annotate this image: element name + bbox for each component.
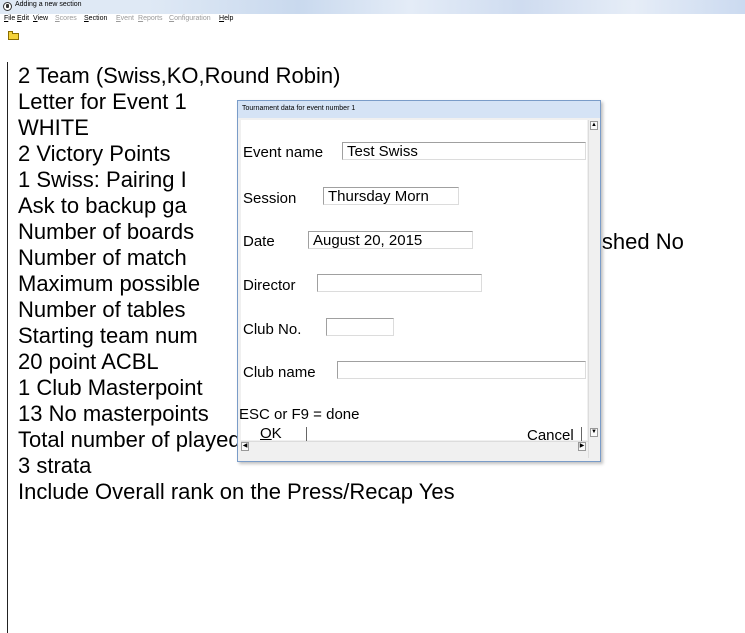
content-line-overflow: ished No bbox=[597, 229, 684, 254]
menu-configuration[interactable]: Configuration bbox=[169, 15, 211, 22]
menu-help[interactable]: Help bbox=[219, 15, 233, 22]
content-line: Ask to backup ga bbox=[18, 193, 187, 218]
content-border bbox=[7, 62, 8, 633]
content-line: 1 Swiss: Pairing I bbox=[18, 167, 187, 192]
club-name-field[interactable] bbox=[337, 361, 586, 379]
tournament-dialog: Tournament data for event number 1 Event… bbox=[237, 100, 601, 462]
menu-section[interactable]: Section bbox=[84, 15, 107, 22]
horizontal-scrollbar[interactable]: ◀ ▶ bbox=[241, 441, 588, 452]
content-line: 3 strata bbox=[18, 453, 92, 478]
button-separator bbox=[581, 427, 582, 441]
club-no-field[interactable] bbox=[326, 318, 394, 336]
window-title: Adding a new section bbox=[15, 1, 82, 8]
content-line: 2 Team (Swiss,KO,Round Robin) bbox=[18, 63, 341, 88]
content-line: Number of tables bbox=[18, 297, 186, 322]
app-icon bbox=[3, 2, 12, 11]
content-line: Number of boards bbox=[18, 219, 195, 244]
event-name-field[interactable]: Test Swiss bbox=[342, 142, 586, 160]
content-line: Maximum possible bbox=[18, 271, 201, 296]
scroll-up-arrow-icon[interactable]: ▲ bbox=[590, 121, 598, 130]
menu-edit[interactable]: Edit bbox=[17, 15, 29, 22]
content-line: Letter for Event 1 bbox=[18, 89, 187, 114]
done-hint: ESC or F9 = done bbox=[239, 406, 360, 423]
session-label: Session bbox=[243, 190, 297, 207]
content-line: 2 Victory Points bbox=[18, 141, 171, 166]
menu-event[interactable]: Event bbox=[116, 15, 134, 22]
menu-bar: File Edit View Scores Section Event Repo… bbox=[0, 14, 745, 27]
toolbar bbox=[0, 27, 745, 57]
scroll-left-arrow-icon[interactable]: ◀ bbox=[241, 442, 249, 451]
club-no-label: Club No. bbox=[243, 321, 302, 338]
menu-reports[interactable]: Reports bbox=[138, 15, 163, 22]
session-field[interactable]: Thursday Morn bbox=[323, 187, 459, 205]
menu-scores[interactable]: Scores bbox=[55, 15, 77, 22]
dialog-title: Tournament data for event number 1 bbox=[242, 105, 356, 112]
content-line: 1 Club Masterpoint bbox=[18, 375, 203, 400]
director-field[interactable] bbox=[317, 274, 482, 292]
menu-file[interactable]: File bbox=[4, 15, 15, 22]
content-line: Include Overall rank on the Press/Recap … bbox=[18, 479, 455, 504]
folder-icon[interactable] bbox=[8, 31, 19, 40]
director-label: Director bbox=[243, 277, 296, 294]
title-bar: Adding a new section bbox=[0, 0, 745, 14]
ok-button[interactable]: OK bbox=[260, 425, 282, 442]
content-line: 20 point ACBL bbox=[18, 349, 159, 374]
content-line: Starting team num bbox=[18, 323, 198, 348]
date-field[interactable]: August 20, 2015 bbox=[308, 231, 473, 249]
scroll-down-arrow-icon[interactable]: ▼ bbox=[590, 428, 598, 437]
event-name-label: Event name bbox=[243, 144, 324, 161]
menu-view[interactable]: View bbox=[33, 15, 48, 22]
content-line: 13 No masterpoints bbox=[18, 401, 209, 426]
club-name-label: Club name bbox=[243, 364, 316, 381]
vertical-scrollbar[interactable]: ▲ ▼ bbox=[588, 120, 599, 458]
scroll-right-arrow-icon[interactable]: ▶ bbox=[578, 442, 586, 451]
dialog-title-bar[interactable]: Tournament data for event number 1 bbox=[238, 101, 600, 118]
content-line: WHITE bbox=[18, 115, 89, 140]
content-line: Number of match bbox=[18, 245, 187, 270]
button-separator bbox=[306, 427, 307, 441]
date-label: Date bbox=[243, 233, 275, 250]
dialog-body: Event name Test Swiss Session Thursday M… bbox=[239, 120, 587, 444]
